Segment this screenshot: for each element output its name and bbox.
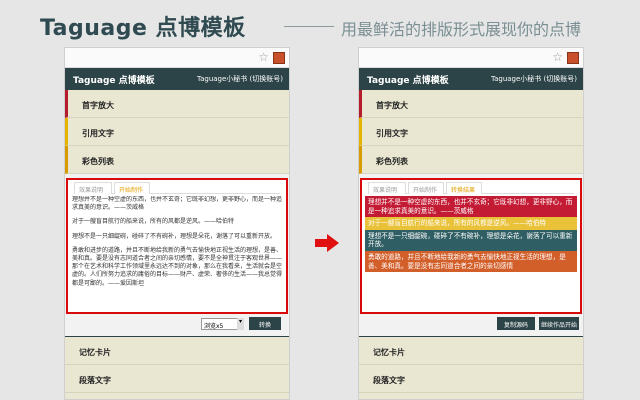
menu-item-dropcap[interactable]: 首字放大 <box>65 90 289 118</box>
banner: Taguage 点博模板 用最鲜活的排版形式展现你的点博 <box>0 0 640 44</box>
extension-icon[interactable] <box>273 52 285 64</box>
editor-tabs: 效果说明 开始制作 <box>74 182 280 194</box>
tab-start[interactable]: 开始制作 <box>114 182 150 194</box>
menu-item-dropcap[interactable]: 首字放大 <box>359 90 583 118</box>
paragraph: 勇敢和进步的道路，并且不断地给我新的勇气去愉快地正视生活的理想，是善、美和真。要… <box>72 246 282 287</box>
template-menu: 首字放大 引用文字 彩色列表 <box>65 90 289 174</box>
continue-button[interactable]: 继续作品开始 <box>539 317 579 330</box>
bottom-menu: 记忆卡片 段落文字 <box>65 336 289 399</box>
app-title: Taguage 点博模板 <box>73 76 155 86</box>
left-panel: ☆ Taguage 点博模板 Taguage小秘书 (切换账号) 首字放大 引用… <box>64 47 290 400</box>
paragraph: 理想并不是一种空虚的东西，也并不玄奇；它既非幻想，更非野心，而是一种追求真美的意… <box>72 196 282 212</box>
chevron-down-icon[interactable]: ▾ <box>237 318 244 330</box>
list-item: 理想不是一只细龊碗，碰碎了不有碗补，理想是朵花，谢落了可以重新开放。 <box>365 229 577 251</box>
star-icon[interactable]: ☆ <box>258 50 269 64</box>
tab-instructions[interactable]: 效果说明 <box>368 182 406 194</box>
menu-item-colorlist[interactable]: 彩色列表 <box>65 146 289 174</box>
paragraph: 理想不是一只细龊碗，碰碎了不有碗补，理想是朵花，谢落了可以重新开放。 <box>72 232 277 240</box>
tab-instructions[interactable]: 效果说明 <box>74 182 112 194</box>
editor-tabs: 效果说明 开始制作 转换结果 <box>368 182 574 194</box>
copy-source-button[interactable]: 复制源码 <box>497 317 535 330</box>
controls-left: 浏览x5 ▾ 转换 <box>65 316 289 336</box>
menu-item-colorlist[interactable]: 彩色列表 <box>359 146 583 174</box>
menu-item-quote[interactable]: 引用文字 <box>65 118 289 146</box>
menu-item-memcard[interactable]: 记忆卡片 <box>65 337 289 365</box>
star-icon[interactable]: ☆ <box>552 50 563 64</box>
bottom-menu: 记忆卡片 段落文字 <box>359 336 583 399</box>
tab-result[interactable]: 转换结果 <box>446 182 482 194</box>
menu-item-paragraph[interactable]: 段落文字 <box>359 365 583 393</box>
editor-box: 效果说明 开始制作 理想并不是一种空虚的东西，也并不玄奇；它既非幻想，更非野心，… <box>66 178 288 314</box>
convert-button[interactable]: 转换 <box>249 317 281 330</box>
list-item: 对于一艘盲目航行的船来说，所有的风都是逆风。——哈伯特 <box>365 217 577 230</box>
list-item: 勇敢的道路，并且不断地给我新的勇气去愉快地正视生活的理想，是善、美和真。要是没有… <box>365 250 577 273</box>
app-title: Taguage 点博模板 <box>367 76 449 86</box>
controls-right: 复制源码 继续作品开始 <box>359 316 583 336</box>
browser-toolbar: ☆ <box>359 48 583 68</box>
app-header: Taguage 点博模板 Taguage小秘书 (切换账号) <box>65 68 289 90</box>
account-switch-link[interactable]: Taguage小秘书 (切换账号) <box>491 74 577 84</box>
menu-item-quote[interactable]: 引用文字 <box>359 118 583 146</box>
menu-item-paragraph[interactable]: 段落文字 <box>65 365 289 393</box>
arrow-right-icon <box>315 234 339 252</box>
extension-icon[interactable] <box>567 52 579 64</box>
tab-start[interactable]: 开始制作 <box>408 182 444 194</box>
browser-toolbar: ☆ <box>65 48 289 68</box>
banner-slogan: 用最鲜活的排版形式展现你的点博 <box>341 20 582 39</box>
banner-divider <box>284 26 334 27</box>
menu-item-memcard[interactable]: 记忆卡片 <box>359 337 583 365</box>
app-header: Taguage 点博模板 Taguage小秘书 (切换账号) <box>359 68 583 90</box>
source-textarea[interactable]: 理想并不是一种空虚的东西，也并不玄奇；它既非幻想，更非野心，而是一种追求真美的意… <box>72 196 282 308</box>
right-panel: ☆ Taguage 点博模板 Taguage小秘书 (切换账号) 首字放大 引用… <box>358 47 584 400</box>
style-select[interactable]: 浏览x5 <box>201 318 241 330</box>
brand-title: Taguage 点博模板 <box>40 16 246 41</box>
paragraph: 对于一艘盲目航行的船来说，所有的风都是逆风。——哈伯特 <box>72 218 235 226</box>
styled-result: 理想并不是一种空虚的东西，也并不玄奇；它既非幻想，更非野心，而是一种追求真美的意… <box>365 196 577 309</box>
list-item: 理想并不是一种空虚的东西，也并不玄奇；它既非幻想，更非野心，而是一种追求真美的意… <box>365 196 577 218</box>
template-menu: 首字放大 引用文字 彩色列表 <box>359 90 583 174</box>
result-box: 效果说明 开始制作 转换结果 理想并不是一种空虚的东西，也并不玄奇；它既非幻想，… <box>360 178 582 314</box>
account-switch-link[interactable]: Taguage小秘书 (切换账号) <box>197 74 283 84</box>
